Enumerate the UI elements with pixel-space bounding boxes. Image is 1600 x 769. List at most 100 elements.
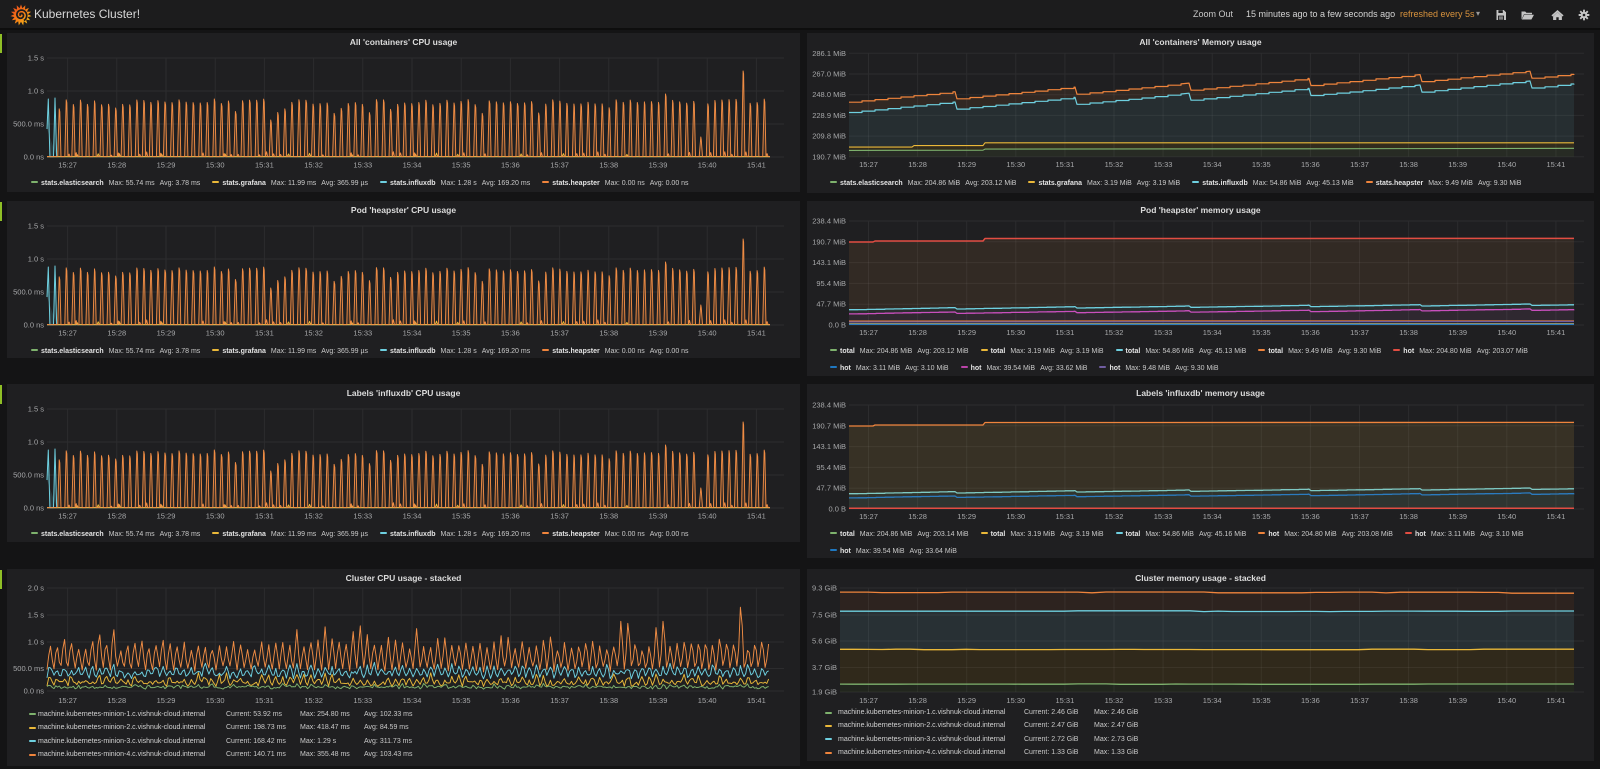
svg-text:15:33: 15:33 xyxy=(353,161,372,170)
svg-text:15:30: 15:30 xyxy=(1006,160,1025,169)
svg-text:15:31: 15:31 xyxy=(255,512,274,521)
svg-text:500.0 ms: 500.0 ms xyxy=(13,471,44,480)
svg-text:1.5 s: 1.5 s xyxy=(28,405,45,414)
svg-text:15:40: 15:40 xyxy=(1497,696,1516,705)
svg-text:15:34: 15:34 xyxy=(403,329,422,338)
svg-text:15:41: 15:41 xyxy=(747,696,766,705)
svg-text:1.0 s: 1.0 s xyxy=(28,438,45,447)
svg-text:15:32: 15:32 xyxy=(1105,512,1124,521)
svg-text:15:41: 15:41 xyxy=(747,161,766,170)
svg-text:2.0 s: 2.0 s xyxy=(28,584,45,593)
svg-text:15:28: 15:28 xyxy=(908,328,927,337)
svg-text:15:37: 15:37 xyxy=(550,696,569,705)
svg-text:15:31: 15:31 xyxy=(255,696,274,705)
svg-text:15:27: 15:27 xyxy=(58,329,77,338)
svg-text:209.8 MiB: 209.8 MiB xyxy=(812,132,846,141)
svg-text:15:41: 15:41 xyxy=(747,512,766,521)
svg-text:15:31: 15:31 xyxy=(1056,696,1075,705)
svg-text:15:41: 15:41 xyxy=(747,329,766,338)
svg-text:15:38: 15:38 xyxy=(1399,512,1418,521)
svg-text:190.7 MiB: 190.7 MiB xyxy=(812,152,846,161)
svg-text:7.5 GiB: 7.5 GiB xyxy=(812,611,837,620)
svg-text:15:29: 15:29 xyxy=(157,512,176,521)
svg-text:15:28: 15:28 xyxy=(107,329,126,338)
svg-text:15:39: 15:39 xyxy=(649,161,668,170)
svg-text:15:37: 15:37 xyxy=(1350,696,1369,705)
svg-text:15:34: 15:34 xyxy=(1203,160,1222,169)
svg-text:15:38: 15:38 xyxy=(599,696,618,705)
svg-text:0.0 ns: 0.0 ns xyxy=(24,504,45,513)
svg-text:15:27: 15:27 xyxy=(859,696,878,705)
svg-text:15:34: 15:34 xyxy=(403,696,422,705)
svg-text:15:38: 15:38 xyxy=(599,161,618,170)
svg-text:0.0 ns: 0.0 ns xyxy=(24,687,45,696)
svg-text:15:33: 15:33 xyxy=(1154,160,1173,169)
svg-text:1.0 s: 1.0 s xyxy=(28,638,45,647)
svg-text:47.7 MiB: 47.7 MiB xyxy=(816,484,846,493)
svg-text:95.4 MiB: 95.4 MiB xyxy=(816,463,846,472)
svg-text:248.0 MiB: 248.0 MiB xyxy=(812,90,846,99)
svg-text:15:32: 15:32 xyxy=(304,161,323,170)
svg-text:15:29: 15:29 xyxy=(157,161,176,170)
svg-text:15:39: 15:39 xyxy=(1448,512,1467,521)
svg-text:500.0 ms: 500.0 ms xyxy=(13,120,44,129)
svg-text:238.4 MiB: 238.4 MiB xyxy=(812,217,846,226)
svg-text:15:31: 15:31 xyxy=(1056,512,1075,521)
svg-text:15:37: 15:37 xyxy=(550,161,569,170)
svg-text:15:35: 15:35 xyxy=(1252,696,1271,705)
svg-text:15:27: 15:27 xyxy=(58,696,77,705)
svg-text:15:41: 15:41 xyxy=(1547,696,1566,705)
svg-text:15:40: 15:40 xyxy=(1497,328,1516,337)
svg-text:15:39: 15:39 xyxy=(649,696,668,705)
svg-text:15:29: 15:29 xyxy=(157,329,176,338)
svg-text:15:33: 15:33 xyxy=(1154,696,1173,705)
svg-text:15:29: 15:29 xyxy=(157,696,176,705)
svg-text:500.0 ms: 500.0 ms xyxy=(13,288,44,297)
svg-text:15:36: 15:36 xyxy=(501,696,520,705)
svg-text:15:27: 15:27 xyxy=(859,512,878,521)
svg-text:15:32: 15:32 xyxy=(304,329,323,338)
svg-text:15:30: 15:30 xyxy=(206,696,225,705)
svg-text:15:33: 15:33 xyxy=(353,512,372,521)
svg-text:15:28: 15:28 xyxy=(107,161,126,170)
svg-text:15:36: 15:36 xyxy=(1301,512,1320,521)
svg-text:1.5 s: 1.5 s xyxy=(28,611,45,620)
svg-text:143.1 MiB: 143.1 MiB xyxy=(812,442,846,451)
svg-text:15:36: 15:36 xyxy=(501,161,520,170)
svg-text:15:30: 15:30 xyxy=(206,161,225,170)
svg-text:15:41: 15:41 xyxy=(1547,512,1566,521)
svg-text:15:39: 15:39 xyxy=(1448,160,1467,169)
svg-text:15:35: 15:35 xyxy=(452,329,471,338)
svg-text:15:38: 15:38 xyxy=(1399,328,1418,337)
svg-text:286.1 MiB: 286.1 MiB xyxy=(812,49,846,58)
svg-text:15:40: 15:40 xyxy=(698,696,717,705)
svg-text:500.0 ms: 500.0 ms xyxy=(13,664,44,673)
svg-text:15:38: 15:38 xyxy=(1399,696,1418,705)
svg-text:0.0 ns: 0.0 ns xyxy=(24,321,45,330)
svg-text:15:33: 15:33 xyxy=(1154,328,1173,337)
svg-text:15:37: 15:37 xyxy=(1350,328,1369,337)
svg-text:15:41: 15:41 xyxy=(1547,328,1566,337)
svg-text:15:32: 15:32 xyxy=(1105,328,1124,337)
svg-text:15:37: 15:37 xyxy=(1350,512,1369,521)
svg-text:190.7 MiB: 190.7 MiB xyxy=(812,421,846,430)
svg-text:15:34: 15:34 xyxy=(403,161,422,170)
svg-text:15:31: 15:31 xyxy=(1056,160,1075,169)
svg-text:15:36: 15:36 xyxy=(1301,328,1320,337)
svg-text:15:40: 15:40 xyxy=(1497,160,1516,169)
svg-text:15:34: 15:34 xyxy=(1203,696,1222,705)
svg-text:0.0 B: 0.0 B xyxy=(828,321,846,330)
svg-text:15:34: 15:34 xyxy=(1203,512,1222,521)
svg-text:15:36: 15:36 xyxy=(501,329,520,338)
svg-text:95.4 MiB: 95.4 MiB xyxy=(816,279,846,288)
svg-text:1.5 s: 1.5 s xyxy=(28,54,45,63)
svg-text:15:27: 15:27 xyxy=(859,160,878,169)
svg-text:15:29: 15:29 xyxy=(957,512,976,521)
svg-text:15:32: 15:32 xyxy=(1105,696,1124,705)
svg-text:15:31: 15:31 xyxy=(255,329,274,338)
svg-text:15:34: 15:34 xyxy=(1203,328,1222,337)
svg-text:15:36: 15:36 xyxy=(1301,160,1320,169)
svg-text:15:38: 15:38 xyxy=(1399,160,1418,169)
svg-text:1.5 s: 1.5 s xyxy=(28,222,45,231)
svg-text:15:27: 15:27 xyxy=(58,161,77,170)
